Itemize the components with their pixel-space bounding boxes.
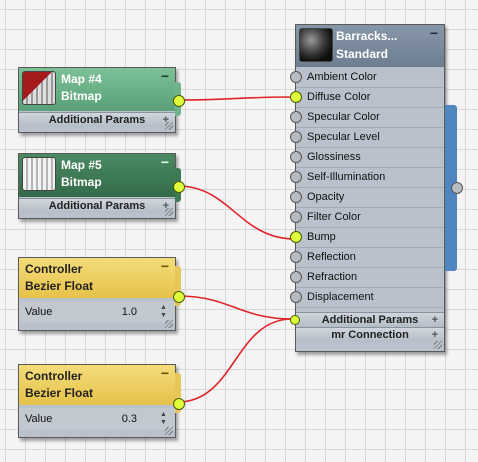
wire-controller2-params [177, 318, 293, 403]
controller2-header[interactable]: Controller Bezier Float − [19, 365, 175, 405]
controller1-minimize-button[interactable]: − [161, 259, 169, 273]
controller1-spinner[interactable]: ▲ ▼ [160, 304, 167, 320]
controller1-output-socket[interactable] [173, 291, 185, 303]
slot-filter-color-socket[interactable] [290, 211, 302, 223]
slot-filter-color-label: Filter Color [307, 211, 361, 223]
wire-map5-bump [177, 185, 296, 240]
map4-additional-params[interactable]: Additional Params + [19, 112, 175, 127]
material-additional-params-label: Additional Params [321, 314, 419, 326]
slot-self-illumination[interactable]: Self-Illumination [290, 167, 444, 188]
slot-bump[interactable]: Bump [290, 227, 444, 248]
controller1-resize-grip[interactable] [165, 320, 173, 328]
controller2-spinner[interactable]: ▲ ▼ [160, 411, 167, 427]
slot-ambient-color[interactable]: Ambient Color [290, 67, 444, 88]
slot-refraction[interactable]: Refraction [290, 267, 444, 288]
controller2-node[interactable]: Controller Bezier Float − Value 0.3 ▲ ▼ [18, 364, 185, 438]
map5-header[interactable]: Map #5 Bitmap − [19, 154, 175, 197]
controller1-type: Bezier Float [25, 279, 94, 293]
slot-specular-color[interactable]: Specular Color [290, 107, 444, 128]
slot-diffuse-color-socket[interactable] [290, 91, 302, 103]
controller1-node[interactable]: Controller Bezier Float − Value 1.0 ▲ ▼ [18, 257, 185, 331]
slot-self-illumination-label: Self-Illumination [307, 171, 386, 183]
slot-displacement-socket[interactable] [290, 291, 302, 303]
slot-reflection-label: Reflection [307, 251, 356, 263]
material-mr-connection-label: mr Connection [331, 329, 409, 341]
slot-opacity-label: Opacity [307, 191, 345, 203]
controller1-title: Controller [25, 262, 83, 276]
material-type: Standard [336, 47, 389, 61]
controller2-title: Controller [25, 369, 83, 383]
map4-type: Bitmap [61, 89, 102, 103]
map4-name: Map #4 [61, 72, 102, 86]
slot-glossiness[interactable]: Glossiness [290, 147, 444, 168]
map5-thumbnail [22, 157, 56, 191]
map5-minimize-button[interactable]: − [161, 155, 169, 169]
slot-refraction-socket[interactable] [290, 271, 302, 283]
slot-reflection-socket[interactable] [290, 251, 302, 263]
material-sphere-thumbnail [299, 28, 333, 62]
controller2-value-row[interactable]: Value 0.3 ▲ ▼ [19, 408, 175, 430]
slot-specular-color-label: Specular Color [307, 111, 380, 123]
controller1-header[interactable]: Controller Bezier Float − [19, 258, 175, 298]
map4-minimize-button[interactable]: − [161, 69, 169, 83]
slot-refraction-label: Refraction [307, 271, 358, 283]
slot-glossiness-socket[interactable] [290, 151, 302, 163]
slot-specular-level-socket[interactable] [290, 131, 302, 143]
map4-node[interactable]: Map #4 Bitmap − Additional Params + [18, 67, 185, 133]
wire-map4-diffuse [178, 96, 296, 101]
map5-resize-grip[interactable] [165, 208, 173, 216]
slot-bump-label: Bump [307, 231, 336, 243]
slot-diffuse-color[interactable]: Diffuse Color [290, 87, 444, 108]
map5-name: Map #5 [61, 158, 102, 172]
map5-additional-params-label: Additional Params [48, 200, 146, 212]
slot-reflection[interactable]: Reflection [290, 247, 444, 268]
map5-output-socket[interactable] [173, 181, 185, 193]
wire-controller1-params [177, 295, 293, 320]
slot-specular-color-socket[interactable] [290, 111, 302, 123]
map4-resize-grip[interactable] [165, 122, 173, 130]
map5-additional-params[interactable]: Additional Params + [19, 198, 175, 213]
slot-bump-socket[interactable] [290, 231, 302, 243]
map5-type: Bitmap [61, 175, 102, 189]
slot-displacement[interactable]: Displacement [290, 287, 444, 308]
material-node[interactable]: Barracks... Standard − Ambient Color Dif… [290, 24, 463, 352]
controller1-value-label: Value [25, 306, 53, 318]
slot-ambient-color-label: Ambient Color [307, 71, 377, 83]
slot-ambient-color-socket[interactable] [290, 71, 302, 83]
slot-specular-level-label: Specular Level [307, 131, 380, 143]
map4-output-socket[interactable] [173, 95, 185, 107]
slot-diffuse-color-label: Diffuse Color [307, 91, 371, 103]
slot-displacement-label: Displacement [307, 291, 374, 303]
material-header[interactable]: Barracks... Standard − [296, 25, 444, 67]
material-output-socket[interactable] [451, 182, 463, 194]
controller2-resize-grip[interactable] [165, 427, 173, 435]
controller2-output-socket[interactable] [173, 398, 185, 410]
slot-specular-level[interactable]: Specular Level [290, 127, 444, 148]
map4-header[interactable]: Map #4 Bitmap − [19, 68, 175, 111]
controller1-value-row[interactable]: Value 1.0 ▲ ▼ [19, 301, 175, 323]
controller2-value[interactable]: 0.3 [122, 408, 137, 430]
material-name: Barracks... [336, 29, 398, 43]
map4-additional-params-label: Additional Params [48, 114, 146, 126]
slot-glossiness-label: Glossiness [307, 151, 361, 163]
controller1-value[interactable]: 1.0 [122, 301, 137, 323]
material-mr-connection-expand-icon[interactable]: + [432, 328, 438, 342]
material-additional-params[interactable]: Additional Params + [296, 312, 444, 327]
map4-thumbnail [22, 71, 56, 105]
material-mr-connection[interactable]: mr Connection + [296, 327, 444, 342]
material-additional-params-socket[interactable] [290, 315, 300, 325]
controller2-type: Bezier Float [25, 386, 94, 400]
controller2-minimize-button[interactable]: − [161, 366, 169, 380]
material-resize-grip[interactable] [434, 341, 442, 349]
map5-node[interactable]: Map #5 Bitmap − Additional Params + [18, 153, 185, 219]
slot-opacity[interactable]: Opacity [290, 187, 444, 208]
slot-filter-color[interactable]: Filter Color [290, 207, 444, 228]
controller2-value-label: Value [25, 413, 53, 425]
slot-opacity-socket[interactable] [290, 191, 302, 203]
material-minimize-button[interactable]: − [430, 26, 438, 40]
slot-self-illumination-socket[interactable] [290, 171, 302, 183]
material-additional-params-expand-icon[interactable]: + [432, 313, 438, 327]
